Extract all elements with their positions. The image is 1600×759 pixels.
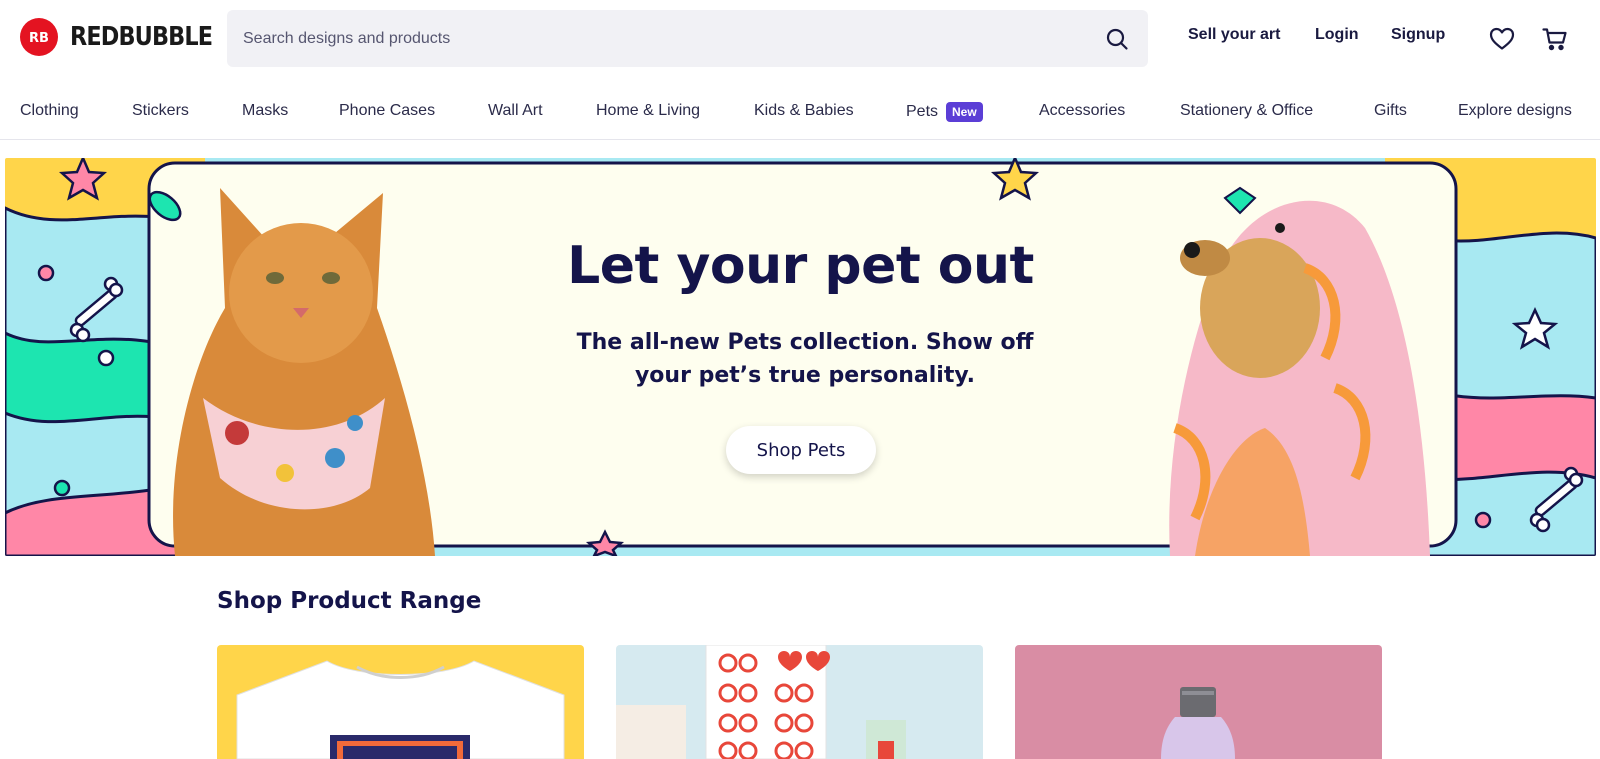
product-range-title: Shop Product Range bbox=[217, 588, 482, 614]
nav-item-stationery-office[interactable]: Stationery & Office bbox=[1180, 102, 1313, 120]
nav-item-pets[interactable]: Pets New bbox=[906, 102, 983, 122]
nav-item-wall-art[interactable]: Wall Art bbox=[488, 102, 543, 120]
sell-your-art-link[interactable]: Sell your art bbox=[1188, 26, 1280, 44]
hero-title: Let your pet out bbox=[567, 236, 1034, 296]
pets-hero-banner[interactable]: Let your pet out The all-new Pets collec… bbox=[5, 158, 1596, 556]
nav-item-pets-label: Pets bbox=[906, 103, 939, 120]
search-icon[interactable] bbox=[1102, 24, 1132, 54]
nav-item-masks[interactable]: Masks bbox=[242, 102, 288, 120]
nav-item-phone-cases[interactable]: Phone Cases bbox=[339, 102, 435, 120]
shop-pets-button[interactable]: Shop Pets bbox=[726, 426, 876, 474]
nav-item-explore-designs[interactable]: Explore designs bbox=[1458, 102, 1572, 120]
product-card-tshirt[interactable] bbox=[217, 645, 584, 759]
product-card-stickers[interactable] bbox=[616, 645, 983, 759]
search-input[interactable] bbox=[243, 29, 1102, 48]
site-header: RB REDBUBBLE Sell your art Login Signup bbox=[0, 0, 1600, 78]
cart-icon[interactable] bbox=[1540, 24, 1570, 54]
logo-wordmark: REDBUBBLE bbox=[70, 22, 213, 52]
category-nav: Clothing Stickers Masks Phone Cases Wall… bbox=[0, 84, 1600, 140]
nav-item-clothing[interactable]: Clothing bbox=[20, 102, 79, 120]
nav-item-stickers[interactable]: Stickers bbox=[132, 102, 189, 120]
water-bottle-image bbox=[1161, 687, 1235, 759]
product-card-water-bottle[interactable] bbox=[1015, 645, 1382, 759]
login-link[interactable]: Login bbox=[1315, 26, 1359, 44]
heart-icon[interactable] bbox=[1487, 24, 1517, 54]
nav-item-kids-babies[interactable]: Kids & Babies bbox=[754, 102, 854, 120]
new-badge: New bbox=[946, 102, 983, 122]
redbubble-logo[interactable]: RB REDBUBBLE bbox=[20, 18, 235, 56]
stickers-image bbox=[616, 645, 906, 759]
nav-item-accessories[interactable]: Accessories bbox=[1039, 102, 1125, 120]
logo-mark-icon: RB bbox=[20, 18, 58, 56]
hero-subtitle: The all-new Pets collection. Show off yo… bbox=[576, 330, 1034, 388]
nav-item-home-living[interactable]: Home & Living bbox=[596, 102, 700, 120]
search-bar bbox=[227, 10, 1148, 67]
signup-link[interactable]: Signup bbox=[1391, 26, 1445, 44]
nav-item-gifts[interactable]: Gifts bbox=[1374, 102, 1407, 120]
logo-mark-text: RB bbox=[29, 31, 49, 45]
tshirt-image bbox=[236, 660, 565, 759]
